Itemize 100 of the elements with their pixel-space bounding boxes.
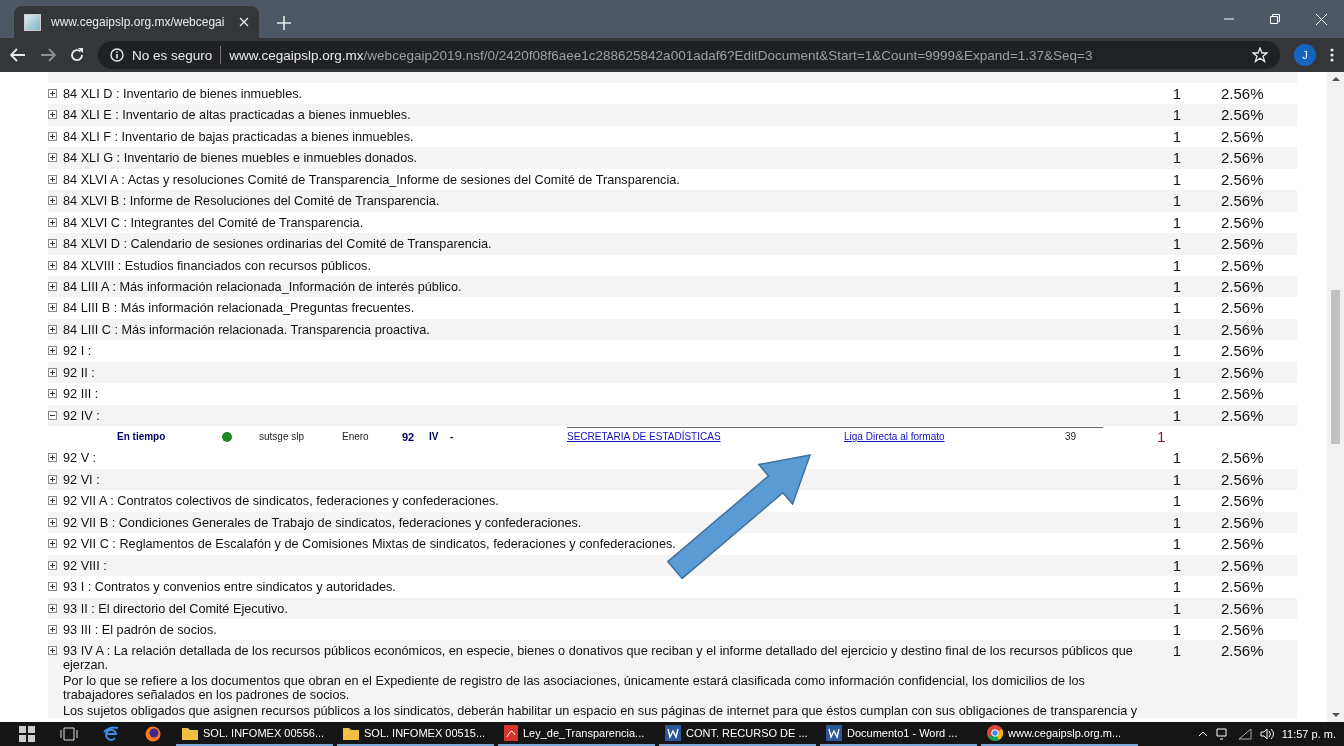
star-icon[interactable] [1252, 47, 1268, 63]
expand-icon[interactable] [48, 539, 57, 549]
row-title: 92 VII A : Contratos colectivos de sindicatos, federaciones y confederaciones. [63, 494, 499, 509]
area-link[interactable]: SECRETARIA DE ESTADÍSTICAS [567, 431, 721, 443]
expand-icon[interactable] [48, 496, 57, 506]
row-title: 84 LIII A : Más información relacionada_Información de interés público. [63, 279, 462, 294]
row-count: 1 [1172, 148, 1182, 167]
folder-icon [182, 726, 198, 740]
expand-icon[interactable] [48, 453, 57, 463]
expand-icon[interactable] [48, 624, 57, 634]
format-link[interactable]: Liga Directa al formato [844, 431, 945, 443]
taskbar-app[interactable]: www.cegaipslp.org.m... [981, 722, 1138, 746]
fraction-text: IV [429, 431, 440, 443]
expand-icon[interactable] [48, 389, 57, 399]
collapse-icon[interactable] [48, 410, 57, 420]
row-count: 1 [1172, 341, 1182, 360]
taskbar-app[interactable]: SOL. INFOMEX 00515... [337, 722, 494, 746]
expand-icon[interactable] [48, 560, 57, 570]
new-tab-button[interactable] [277, 16, 291, 30]
fox-browser-icon[interactable] [145, 726, 161, 742]
taskbar-app[interactable]: Documento1 - Word ... [820, 722, 977, 746]
scrollbar[interactable] [1327, 72, 1344, 722]
task-view-icon[interactable] [60, 727, 78, 741]
expand-icon[interactable] [48, 239, 57, 249]
info-icon [110, 48, 124, 62]
row-percent: 2.56% [1220, 555, 1265, 574]
expand-icon[interactable] [48, 367, 57, 377]
row-title: 84 XLI D : Inventario de bienes inmuebles. [63, 87, 303, 101]
row-percent: 2.56% [1220, 148, 1265, 167]
expand-icon[interactable] [48, 603, 57, 613]
taskbar-app[interactable]: CONT. RECURSO DE ... [659, 722, 816, 746]
chrome-icon [987, 725, 1003, 741]
expand-icon[interactable] [48, 89, 57, 98]
expand-icon[interactable] [48, 303, 57, 313]
row-count: 1 [1172, 255, 1182, 274]
row-count: 1 [1172, 298, 1182, 317]
expand-icon[interactable] [48, 174, 57, 184]
expand-icon[interactable] [48, 646, 57, 656]
row-title: 84 LIII C : Más información relacionada. Transparencia proactiva. [63, 322, 430, 337]
month-text: Enero [342, 431, 370, 443]
row-title: 84 XLI E : Inventario de altas practicadas a bienes inmuebles. [63, 108, 411, 123]
expand-icon[interactable] [48, 324, 57, 334]
expand-icon[interactable] [48, 260, 57, 270]
word-icon [665, 725, 681, 741]
reload-button[interactable] [70, 48, 84, 62]
row-percent: 2.56% [1220, 512, 1265, 531]
row-title: 92 VI : [63, 472, 100, 487]
expand-icon[interactable] [48, 281, 57, 291]
browser-e-icon[interactable] [103, 726, 119, 742]
expand-icon[interactable] [48, 346, 57, 356]
expand-icon[interactable] [48, 474, 57, 484]
back-arrow-icon [10, 48, 26, 62]
back-button[interactable] [10, 48, 26, 62]
row-percent: 2.56% [1220, 234, 1265, 253]
row-count: 1 [1172, 169, 1182, 188]
row-count: 1 [1172, 84, 1182, 102]
volume-icon[interactable] [1259, 728, 1274, 740]
expand-icon[interactable] [48, 196, 57, 206]
row-count: 1 [1172, 276, 1182, 295]
row-title: 84 XLVI A : Actas y resoluciones Comité de Transparencia_Informe de sesiones del Comité de Transparencia. [63, 172, 680, 187]
browser-tab[interactable]: www.cegaipslp.org.mx/webcegai [14, 6, 259, 38]
row-count: 1 [1172, 362, 1182, 381]
menu-icon[interactable] [1330, 48, 1334, 62]
expand-icon[interactable] [48, 582, 57, 592]
address-bar[interactable]: No es seguro www.cegaipslp.org.mx/webcegaip2019.nsf/0/2420f08f6aee1c288625842a001adaf6?EditDocument&Start=1&Count=9999&Expand=1.37&Seq=3 [98, 41, 1280, 69]
url-text: www.cegaipslp.org.mx/webcegaip2019.nsf/0/2420f08f6aee1c288625842a001adaf6?EditDocument&Start=1&Count=9999&Expand=1.37&Seq=3 [229, 47, 1094, 63]
row-title: 84 XLI F : Inventario de bajas practicadas a bienes inmuebles. [63, 129, 414, 144]
wifi-icon[interactable] [1237, 728, 1252, 740]
forward-arrow-icon [40, 48, 56, 62]
scroll-up-icon[interactable] [1331, 77, 1340, 81]
row-count: 1 [1172, 491, 1182, 510]
row-count: 1 [1172, 448, 1182, 467]
chevron-up-icon[interactable] [1197, 731, 1208, 737]
taskbar-app[interactable]: Ley_de_Transparencia... [498, 722, 655, 746]
taskbar-app[interactable]: SOL. INFOMEX 00556... [176, 722, 333, 746]
row-count: 1 [1172, 577, 1182, 596]
scrollbar-thumb[interactable] [1331, 290, 1340, 444]
expand-icon[interactable] [48, 153, 57, 163]
row-percent: 2.56% [1220, 448, 1265, 467]
row-percent: 2.56% [1220, 84, 1265, 102]
row-percent: 2.56% [1220, 469, 1265, 488]
close-icon[interactable] [239, 17, 249, 27]
row-title: 84 XLVI D : Calendario de sesiones ordinarias del Comité de Transparencia. [63, 237, 492, 252]
expand-icon[interactable] [48, 110, 57, 120]
plus-icon [277, 16, 291, 30]
row-percent: 2.56% [1220, 191, 1265, 210]
expand-icon[interactable] [48, 517, 57, 527]
row-percent: 2.56% [1220, 491, 1265, 510]
expand-icon[interactable] [48, 217, 57, 227]
scroll-down-icon[interactable] [1331, 713, 1340, 717]
forward-button[interactable] [40, 48, 56, 62]
detail-count: 1 [1156, 428, 1167, 446]
row-count: 1 [1172, 384, 1182, 403]
network-icon[interactable] [1215, 728, 1230, 740]
windows-logo-icon[interactable] [19, 726, 35, 742]
row-title: 84 XLVI B : Informe de Resoluciones del Comité de Transparencia. [63, 194, 440, 209]
profile-avatar[interactable]: J [1294, 44, 1316, 66]
site-favicon [24, 13, 41, 31]
row-count: 1 [1172, 212, 1182, 231]
expand-icon[interactable] [48, 131, 57, 141]
